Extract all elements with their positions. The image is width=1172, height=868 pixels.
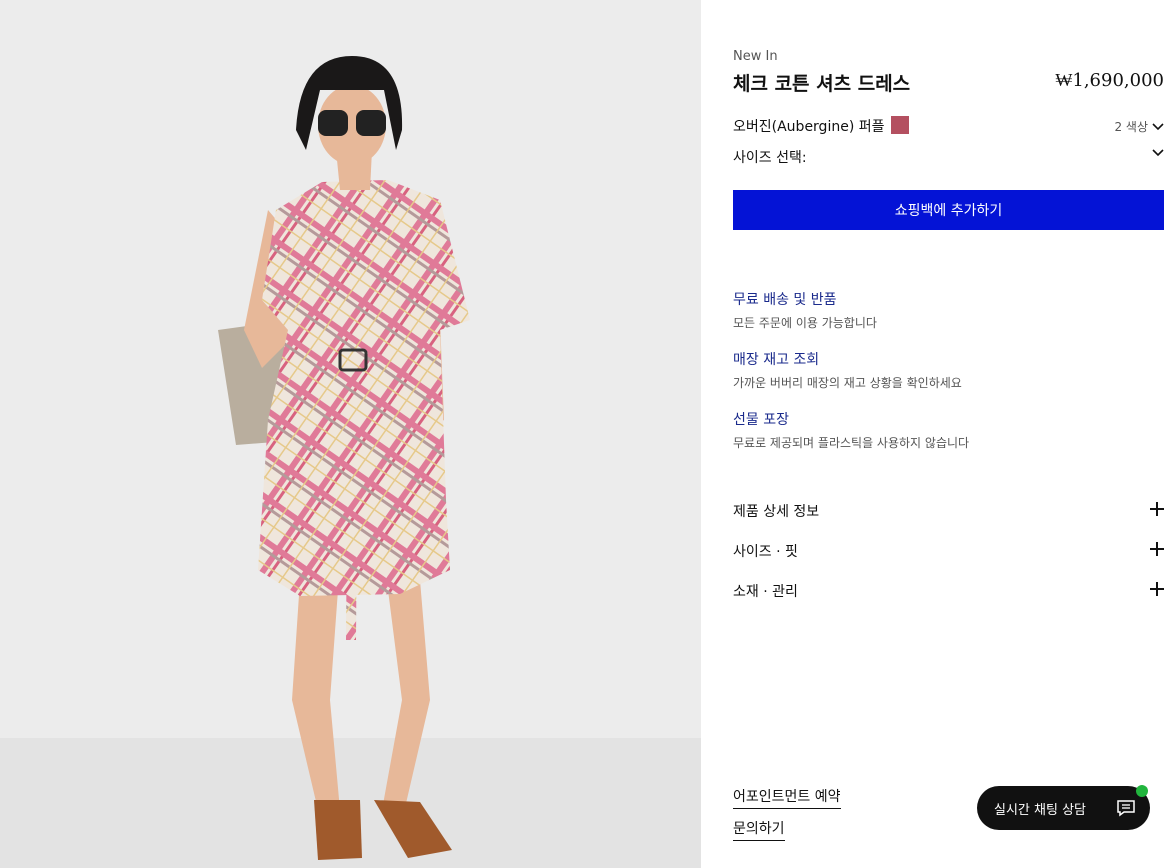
color-swatch[interactable] [890, 116, 909, 134]
product-image[interactable] [0, 0, 701, 868]
service-shipping[interactable]: 무료 배송 및 반품 모든 주문에 이용 가능합니다 [733, 289, 1164, 331]
chevron-down-icon [1152, 149, 1164, 157]
service-store-stock[interactable]: 매장 재고 조회 가까운 버버리 매장의 재고 상황을 확인하세요 [733, 349, 1164, 391]
product-info-panel: New In 체크 코튼 셔츠 드레스 ₩1,690,000 오버진(Auber… [733, 0, 1164, 868]
accordion-material-care[interactable]: 소재 · 관리 [733, 581, 1164, 605]
chat-icon [1116, 799, 1136, 821]
online-status-dot [1136, 785, 1148, 797]
accordion-product-details[interactable]: 제품 상세 정보 [733, 501, 1164, 525]
service-title[interactable]: 매장 재고 조회 [733, 349, 1164, 369]
plus-icon [1150, 502, 1164, 516]
plus-icon [1150, 542, 1164, 556]
product-price: ₩1,690,000 [1055, 70, 1164, 91]
service-gift-wrap[interactable]: 선물 포장 무료로 제공되며 플라스틱을 사용하지 않습니다 [733, 409, 1164, 451]
model-illustration [218, 56, 470, 860]
color-count-dropdown[interactable]: 2 색상 [1114, 118, 1164, 135]
plus-icon [1150, 582, 1164, 596]
service-desc: 가까운 버버리 매장의 재고 상황을 확인하세요 [733, 376, 962, 390]
accordion-size-fit[interactable]: 사이즈 · 핏 [733, 541, 1164, 565]
size-selector[interactable]: 사이즈 선택: [733, 147, 1164, 169]
service-title[interactable]: 무료 배송 및 반품 [733, 289, 1164, 309]
size-label: 사이즈 선택: [733, 150, 807, 166]
color-selector: 오버진(Aubergine) 퍼플 2 색상 [733, 116, 1164, 138]
chat-label: 실시간 채팅 상담 [994, 802, 1086, 818]
add-to-bag-button[interactable]: 쇼핑백에 추가하기 [733, 190, 1164, 230]
service-desc: 모든 주문에 이용 가능합니다 [733, 316, 877, 330]
live-chat-button[interactable]: 실시간 채팅 상담 [977, 785, 1150, 830]
inquiry-link[interactable]: 문의하기 [733, 818, 785, 841]
new-in-badge: New In [733, 49, 778, 64]
accordion-label: 제품 상세 정보 [733, 504, 820, 520]
product-title: 체크 코튼 셔츠 드레스 [733, 73, 911, 95]
accordion-label: 사이즈 · 핏 [733, 544, 798, 560]
appointment-link[interactable]: 어포인트먼트 예약 [733, 786, 841, 809]
service-desc: 무료로 제공되며 플라스틱을 사용하지 않습니다 [733, 436, 970, 450]
service-title[interactable]: 선물 포장 [733, 409, 1164, 429]
accordion-label: 소재 · 관리 [733, 584, 798, 600]
color-count-label: 2 색상 [1114, 120, 1148, 134]
chevron-down-icon [1152, 122, 1164, 131]
color-name: 오버진(Aubergine) 퍼플 [733, 119, 885, 135]
